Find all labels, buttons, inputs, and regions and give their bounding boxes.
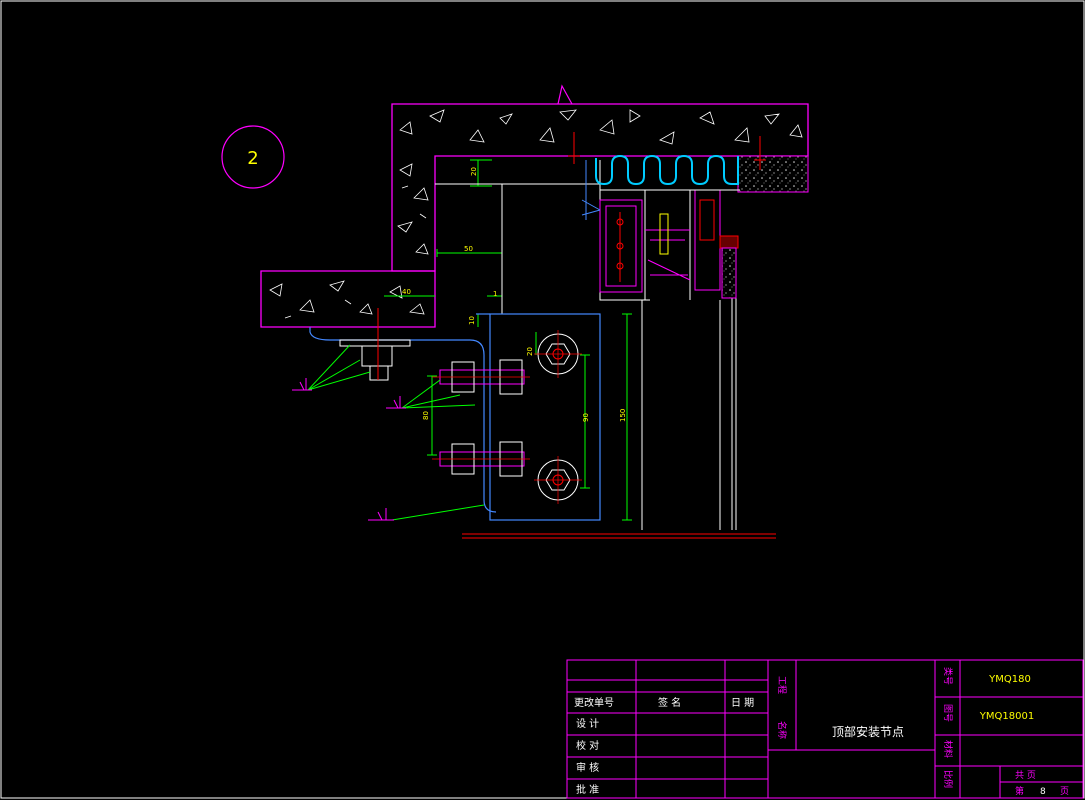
label-project: 工程 (776, 676, 787, 694)
dim-90: 90 (582, 413, 590, 422)
drawing-code: YMQ18001 (979, 711, 1034, 722)
label-approve: 批 准 (576, 783, 599, 796)
callout-markers (292, 378, 406, 521)
bottom-break-line (462, 533, 776, 539)
category-code: YMQ180 (988, 674, 1031, 685)
label-drawing-no: 图号 (942, 704, 953, 722)
bolt-lower (432, 441, 530, 477)
slab-screws (568, 132, 766, 170)
callout-leaders (307, 344, 485, 521)
label-category: 类号 (942, 667, 954, 685)
detail-marker-label: 2 (247, 148, 258, 169)
nut-lower (534, 456, 582, 504)
bolt-upper (432, 359, 530, 395)
label-sign: 签 名 (658, 696, 681, 709)
label-review: 审 核 (576, 761, 599, 774)
dim-40: 40 (402, 288, 411, 296)
label-design: 设 计 (576, 717, 599, 730)
title-block-text: 更改单号 签 名 日 期 设 计 校 对 审 核 批 准 工程 名称 顶部安装节… (574, 667, 1069, 797)
label-total: 共 页 (1015, 770, 1036, 781)
label-change-no: 更改单号 (574, 696, 614, 709)
dim-20-plate: 20 (526, 347, 534, 356)
label-page-prefix: 第 (1015, 785, 1024, 797)
label-page-suffix: 页 (1060, 786, 1069, 797)
page-number: 8 (1040, 787, 1046, 797)
label-scale: 比例 (942, 770, 954, 788)
label-date: 日 期 (731, 697, 754, 709)
anchor-bolt (339, 308, 411, 381)
dim-20-top: 20 (470, 167, 478, 176)
sealant-wave (595, 154, 739, 186)
dim-50: 50 (464, 245, 473, 253)
nut-upper (534, 330, 582, 378)
label-material: 材料 (942, 740, 954, 758)
detail-marker: 2 (221, 125, 285, 189)
dim-150: 150 (619, 409, 627, 422)
cad-drawing-canvas: 2 20 50 40 1 10 20 80 90 150 更改单号 签 名 日 … (0, 0, 1085, 799)
dim-10: 10 (468, 316, 476, 325)
drawing-name: 顶部安装节点 (832, 724, 904, 739)
dim-1: 1 (493, 290, 497, 298)
label-name: 名称 (776, 721, 788, 739)
dim-80: 80 (422, 411, 430, 420)
steel-bracket (309, 313, 601, 521)
drawing-frame (0, 0, 1085, 799)
label-check: 校 对 (576, 739, 599, 752)
insulation-block (737, 155, 809, 193)
